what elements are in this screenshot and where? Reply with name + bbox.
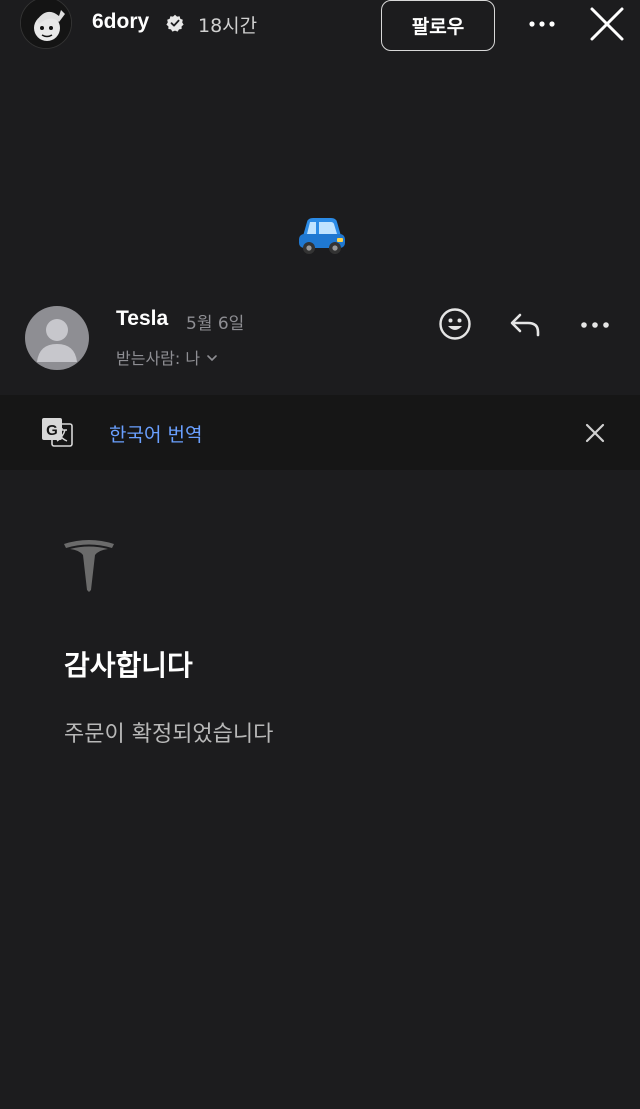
translate-bar: G 한국어 번역 <box>0 395 640 470</box>
more-icon[interactable] <box>526 10 558 38</box>
tesla-logo-icon <box>63 538 115 592</box>
email-date: 5월 6일 <box>186 314 245 334</box>
close-icon[interactable] <box>588 5 626 43</box>
emoji-react-icon[interactable] <box>438 307 472 341</box>
story-header: 6dory 18시간 팔로우 <box>0 0 640 52</box>
verified-badge-icon <box>166 14 184 32</box>
more-icon[interactable] <box>578 314 612 336</box>
svg-text:G: G <box>46 422 58 439</box>
sender-avatar[interactable] <box>25 306 89 370</box>
reply-icon[interactable] <box>508 310 542 340</box>
story-frame: 6dory 18시간 팔로우 Tesla 5월 6일 받는사람: 나 G 한국어… <box>0 0 640 1109</box>
translate-icon: G <box>40 416 74 448</box>
sender-name: Tesla <box>116 307 169 330</box>
close-icon[interactable] <box>584 422 606 444</box>
car-emoji-icon <box>295 210 347 258</box>
translate-link[interactable]: 한국어 번역 <box>109 420 202 447</box>
username[interactable]: 6dory <box>92 10 149 34</box>
follow-button[interactable]: 팔로우 <box>381 0 495 51</box>
recipient-label: 받는사람: 나 <box>116 349 201 368</box>
chevron-down-icon <box>206 348 218 367</box>
email-title: 감사합니다 <box>64 649 193 682</box>
email-message: 주문이 확정되었습니다 <box>64 722 274 747</box>
post-time: 18시간 <box>198 15 258 37</box>
recipient-line[interactable]: 받는사람: 나 <box>116 345 218 369</box>
user-avatar[interactable] <box>20 0 72 49</box>
person-avatar-icon <box>37 319 77 362</box>
